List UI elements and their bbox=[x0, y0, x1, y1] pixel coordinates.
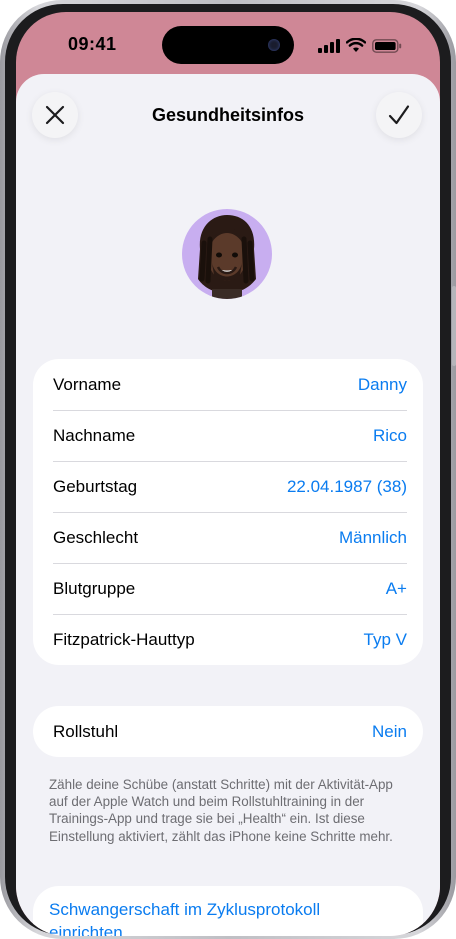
side-button bbox=[452, 286, 456, 366]
memoji-avatar-icon bbox=[198, 215, 256, 299]
personal-details-card: Vorname Danny Nachname Rico Geburtstag 2… bbox=[33, 359, 423, 665]
pregnancy-setup-link[interactable]: Schwangerschaft im Zyklusprotokoll einri… bbox=[49, 898, 389, 936]
row-label: Geschlecht bbox=[53, 527, 139, 547]
row-wheelchair[interactable]: Rollstuhl Nein bbox=[33, 706, 423, 757]
row-value: Rico bbox=[372, 425, 407, 445]
dynamic-island bbox=[162, 26, 294, 64]
wheelchair-card: Rollstuhl Nein bbox=[33, 706, 423, 757]
camera-icon bbox=[268, 39, 280, 51]
row-label: Geburtstag bbox=[53, 476, 138, 496]
wifi-icon bbox=[346, 38, 366, 52]
battery-icon bbox=[372, 38, 402, 53]
row-value: Danny bbox=[357, 374, 407, 394]
row-skin-type[interactable]: Fitzpatrick-Hauttyp Typ V bbox=[33, 614, 423, 665]
row-blood-type[interactable]: Blutgruppe A+ bbox=[33, 563, 423, 614]
row-last-name[interactable]: Nachname Rico bbox=[33, 410, 423, 461]
row-value: A+ bbox=[385, 578, 407, 598]
row-label: Nachname bbox=[53, 425, 136, 445]
row-label: Blutgruppe bbox=[53, 578, 136, 598]
status-time: 09:41 bbox=[68, 34, 117, 54]
avatar[interactable] bbox=[182, 209, 272, 299]
row-value: Typ V bbox=[363, 629, 407, 649]
row-label: Rollstuhl bbox=[53, 721, 119, 741]
status-icons bbox=[318, 38, 402, 53]
row-sex[interactable]: Geschlecht Männlich bbox=[33, 512, 423, 563]
wheelchair-footnote: Zähle deine Schübe (anstatt Schritte) mi… bbox=[49, 777, 393, 844]
checkmark-icon bbox=[388, 105, 410, 125]
row-value: Nein bbox=[372, 721, 407, 741]
pregnancy-card: Schwangerschaft im Zyklusprotokoll einri… bbox=[33, 886, 423, 936]
screen: 09:41 Gesundheitsinfos Vorname Danny Nac… bbox=[16, 12, 440, 936]
row-value: Männlich bbox=[338, 527, 407, 547]
row-label: Fitzpatrick-Hauttyp bbox=[53, 629, 195, 649]
done-button[interactable] bbox=[376, 92, 422, 138]
row-first-name[interactable]: Vorname Danny bbox=[33, 359, 423, 410]
row-label: Vorname bbox=[53, 374, 122, 394]
cellular-signal-icon bbox=[318, 38, 340, 53]
row-birthday[interactable]: Geburtstag 22.04.1987 (38) bbox=[33, 461, 423, 512]
row-value: 22.04.1987 (38) bbox=[286, 476, 407, 496]
